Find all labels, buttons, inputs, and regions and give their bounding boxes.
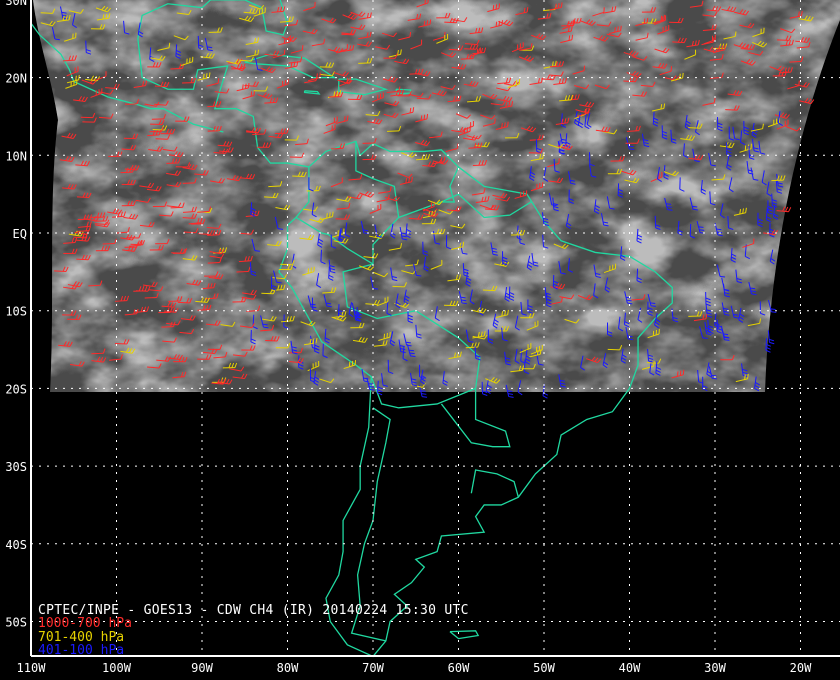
lat-tick-label: 30N	[5, 0, 27, 8]
legend-low-level: 1000-700 hPa	[38, 616, 132, 631]
legend-high-level: 401-100 hPa	[38, 643, 125, 658]
satellite-wind-map: 110W 100W 90W 80W 70W 60W 50W 40W 30W 20W 30N 20N 10…	[0, 0, 840, 680]
lat-tick-label: 20S	[5, 382, 27, 396]
lon-tick-label: 20W	[790, 661, 812, 675]
lon-tick-label: 70W	[362, 661, 384, 675]
wind-barb	[767, 330, 775, 345]
lat-tick-label: 40S	[5, 538, 27, 552]
lon-tick-label: 90W	[191, 661, 213, 675]
lon-tick-label: 60W	[448, 661, 470, 675]
lon-tick-label: 80W	[277, 661, 299, 675]
coastline-path	[449, 630, 480, 640]
lon-tick-label: 100W	[102, 661, 132, 675]
wind-barb	[765, 338, 771, 353]
lon-tick-label: 50W	[533, 661, 555, 675]
map-canvas: 110W 100W 90W 80W 70W 60W 50W 40W 30W 20W 30N 20N 10…	[5, 0, 840, 675]
lat-tick-label: 30S	[5, 460, 27, 474]
lat-tick-label: 20N	[5, 72, 27, 86]
lat-tick-label: 10S	[5, 305, 27, 319]
lon-tick-label: 40W	[619, 661, 641, 675]
lat-tick-label: EQ	[13, 227, 27, 241]
lat-tick-label: 10N	[5, 149, 27, 163]
coastline-path	[470, 469, 519, 498]
coastline-path	[440, 388, 511, 448]
lon-tick-label: 110W	[17, 661, 47, 675]
lon-tick-label: 30W	[704, 661, 726, 675]
lat-tick-label: 50S	[5, 616, 27, 630]
